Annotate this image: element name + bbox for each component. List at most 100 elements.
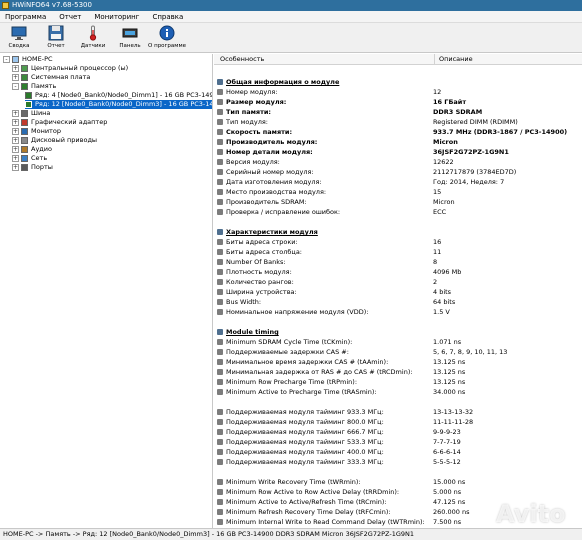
detail-row[interactable]: Minimum Row Precharge Time (tRPmin): 13.1… [214,377,582,387]
tree-label: HOME-PC [22,55,53,63]
tree-item-ports[interactable]: + Порты [12,163,53,172]
detail-row[interactable]: Номер модуля: 12 [214,87,582,97]
tree-item-monitor[interactable]: + Монитор [12,127,61,136]
detail-row[interactable]: Minimum Row Active to Row Active Delay (… [214,487,582,497]
section-header-row[interactable]: Общая информация о модуле [214,77,582,87]
panel-button[interactable]: Панель [114,23,146,53]
details-panel[interactable]: Особенность Описание Общая информация о … [214,54,582,528]
detail-row[interactable]: Минимальное время задержки CAS # (tAAmin… [214,357,582,367]
tree-label: Порты [31,163,53,171]
sensors-button[interactable]: Датчики [77,23,109,53]
property-name: Номинальное напряжение модуля (VDD): [226,308,369,316]
report-button[interactable]: Отчет [40,23,72,53]
detail-row[interactable]: Minimum Active to Precharge Time (tRASmi… [214,387,582,397]
expand-icon[interactable]: + [12,110,19,117]
summary-button[interactable]: Сводка [3,23,35,53]
collapse-icon[interactable]: - [12,83,19,90]
property-name: Общая информация о модуле [226,78,340,86]
device-tree[interactable]: - HOME-PC + Центральный процессор (ы) + … [0,54,213,528]
expand-icon[interactable]: + [12,164,19,171]
tree-item-cpu[interactable]: + Центральный процессор (ы) [12,64,128,73]
monitor-icon [11,26,27,40]
tree-item-bus[interactable]: + Шина [12,109,50,118]
about-button[interactable]: О программе [148,23,186,53]
expand-icon[interactable]: + [12,146,19,153]
property-value: Год: 2014, Неделя: 7 [433,178,505,186]
detail-row[interactable]: Поддерживаемые задержки CAS #: 5, 6, 7, 8… [214,347,582,357]
expand-icon[interactable]: + [12,119,19,126]
expand-icon[interactable]: + [12,128,19,135]
column-feature[interactable]: Особенность [220,54,264,65]
property-value: 2 [433,278,438,286]
motherboard-icon [21,74,28,81]
property-icon [217,279,223,285]
detail-row[interactable]: Поддерживаемая модуля тайминг 533.3 МГц:… [214,437,582,447]
expand-icon[interactable]: + [12,74,19,81]
property-icon [217,419,223,425]
property-name: Поддерживаемая модуля тайминг 533.3 МГц: [226,438,384,446]
detail-row[interactable]: Поддерживаемая модуля тайминг 400.0 МГц:… [214,447,582,457]
section-header-row[interactable]: Характеристики модуля [214,227,582,237]
ram-module-icon [25,101,32,108]
tree-item-home-pc[interactable]: - HOME-PC [3,55,53,64]
tree-item-drives[interactable]: + Дисковый приводы [12,136,97,145]
expand-icon[interactable]: + [12,137,19,144]
tree-item-memory-slot-12[interactable]: Ряд: 12 [Node0_Bank0/Node0_Dimm3] - 16 G… [25,100,212,109]
save-icon [48,25,64,41]
menu-bar: Программа Отчет Мониторинг Справка [0,11,582,23]
property-icon [217,479,223,485]
property-value: 15 [433,188,442,196]
menu-monitoring[interactable]: Мониторинг [93,13,140,21]
tree-item-motherboard[interactable]: + Системная плата [12,73,90,82]
detail-row[interactable]: Производитель модуля: Micron [214,137,582,147]
expand-icon[interactable]: + [12,155,19,162]
detail-row[interactable]: Number Of Banks: 8 [214,257,582,267]
detail-row[interactable]: Место производства модуля: 15 [214,187,582,197]
tree-item-network[interactable]: + Сеть [12,154,47,163]
detail-row[interactable]: Поддерживаемая модуля тайминг 666.7 МГц:… [214,427,582,437]
property-icon [217,439,223,445]
column-description[interactable]: Описание [434,54,473,65]
detail-row[interactable]: Версия модуля: 12622 [214,157,582,167]
detail-row[interactable]: Номер детали модуля: 36JSF2G72PZ-1G9N1 [214,147,582,157]
section-header-row[interactable]: Module timing [214,327,582,337]
detail-row[interactable]: Тип памяти: DDR3 SDRAM [214,107,582,117]
property-name: Minimum Internal Write to Read Command D… [226,518,425,526]
tree-item-audio[interactable]: + Аудио [12,145,52,154]
property-icon [217,339,223,345]
menu-program[interactable]: Программа [4,13,47,21]
property-value: 16 ГБайт [433,98,467,106]
detail-row[interactable]: Серийный номер модуля: 2112717879 (3784ED… [214,167,582,177]
property-name: Биты адреса столбца: [226,248,302,256]
detail-row[interactable]: Дата изготовления модуля: Год: 2014, Неде… [214,177,582,187]
detail-row[interactable]: Количество рангов: 2 [214,277,582,287]
expand-icon[interactable]: + [12,65,19,72]
detail-row[interactable]: Биты адреса строки: 16 [214,237,582,247]
detail-row[interactable]: Minimum Write Recovery Time (tWRmin): 15.… [214,477,582,487]
tree-item-memory-slot-4[interactable]: Ряд: 4 [Node0_Bank0/Node0_Dimm1] - 16 GB… [25,91,212,100]
tree-label: Системная плата [31,73,91,81]
spacer-row [214,317,582,327]
detail-row[interactable]: Поддерживаемая модуля тайминг 800.0 МГц:… [214,417,582,427]
collapse-icon[interactable]: - [3,56,10,63]
detail-row[interactable]: Проверка / исправление ошибок: ECC [214,207,582,217]
detail-row[interactable]: Минимальная задержка от RAS # до CAS # (… [214,367,582,377]
tree-item-memory[interactable]: - Память [12,82,56,91]
detail-row[interactable]: Minimum SDRAM Cycle Time (tCKmin): 1.071 … [214,337,582,347]
detail-row[interactable]: Ширина устройства: 4 bits [214,287,582,297]
menu-help[interactable]: Справка [151,13,184,21]
detail-row[interactable]: Биты адреса столбца: 11 [214,247,582,257]
detail-row[interactable]: Скорость памяти: 933.7 MHz (DDR3-1867 / P… [214,127,582,137]
detail-row[interactable]: Bus Width: 64 bits [214,297,582,307]
tree-item-gpu[interactable]: + Графический адаптер [12,118,107,127]
property-name: Bus Width: [226,298,262,306]
detail-row[interactable]: Размер модуля: 16 ГБайт [214,97,582,107]
detail-row[interactable]: Тип модуля: Registered DIMM (RDIMM) [214,117,582,127]
menu-report[interactable]: Отчет [58,13,82,21]
detail-row[interactable]: Поддерживаемая модуля тайминг 933.3 МГц:… [214,407,582,417]
detail-row[interactable]: Поддерживаемая модуля тайминг 333.3 МГц:… [214,457,582,467]
detail-row[interactable]: Плотность модуля: 4096 Mb [214,267,582,277]
detail-row[interactable]: Производитель SDRAM: Micron [214,197,582,207]
detail-row[interactable]: Номинальное напряжение модуля (VDD): 1.5 … [214,307,582,317]
property-value: 12 [433,88,442,96]
